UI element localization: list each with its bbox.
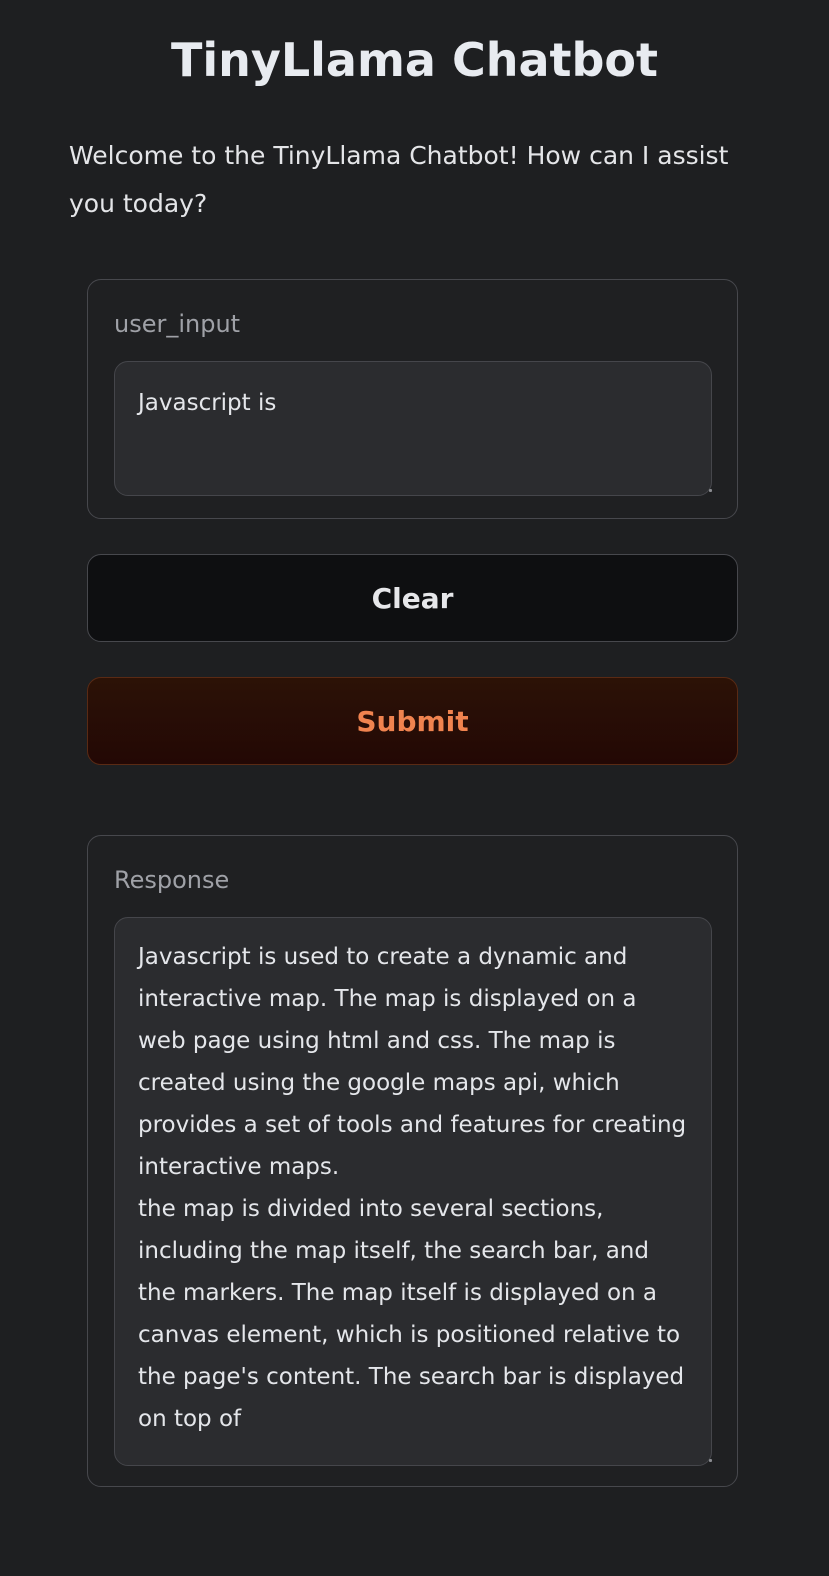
welcome-description: Welcome to the TinyLlama Chatbot! How ca… [69,141,729,218]
clear-button[interactable]: Clear [87,554,738,642]
user-input-panel: user_input Javascript is [87,279,738,519]
submit-button[interactable]: Submit [87,677,738,765]
user-input-textarea[interactable]: Javascript is [114,361,712,496]
response-textarea[interactable]: Javascript is used to create a dynamic a… [114,917,712,1466]
page-title: TinyLlama Chatbot [170,33,659,87]
user-input-label: user_input [114,310,241,338]
response-panel: Response Javascript is used to create a … [87,835,738,1487]
resize-handle-icon[interactable] [709,1459,712,1462]
response-label: Response [114,866,230,894]
resize-handle-icon[interactable] [709,489,712,492]
